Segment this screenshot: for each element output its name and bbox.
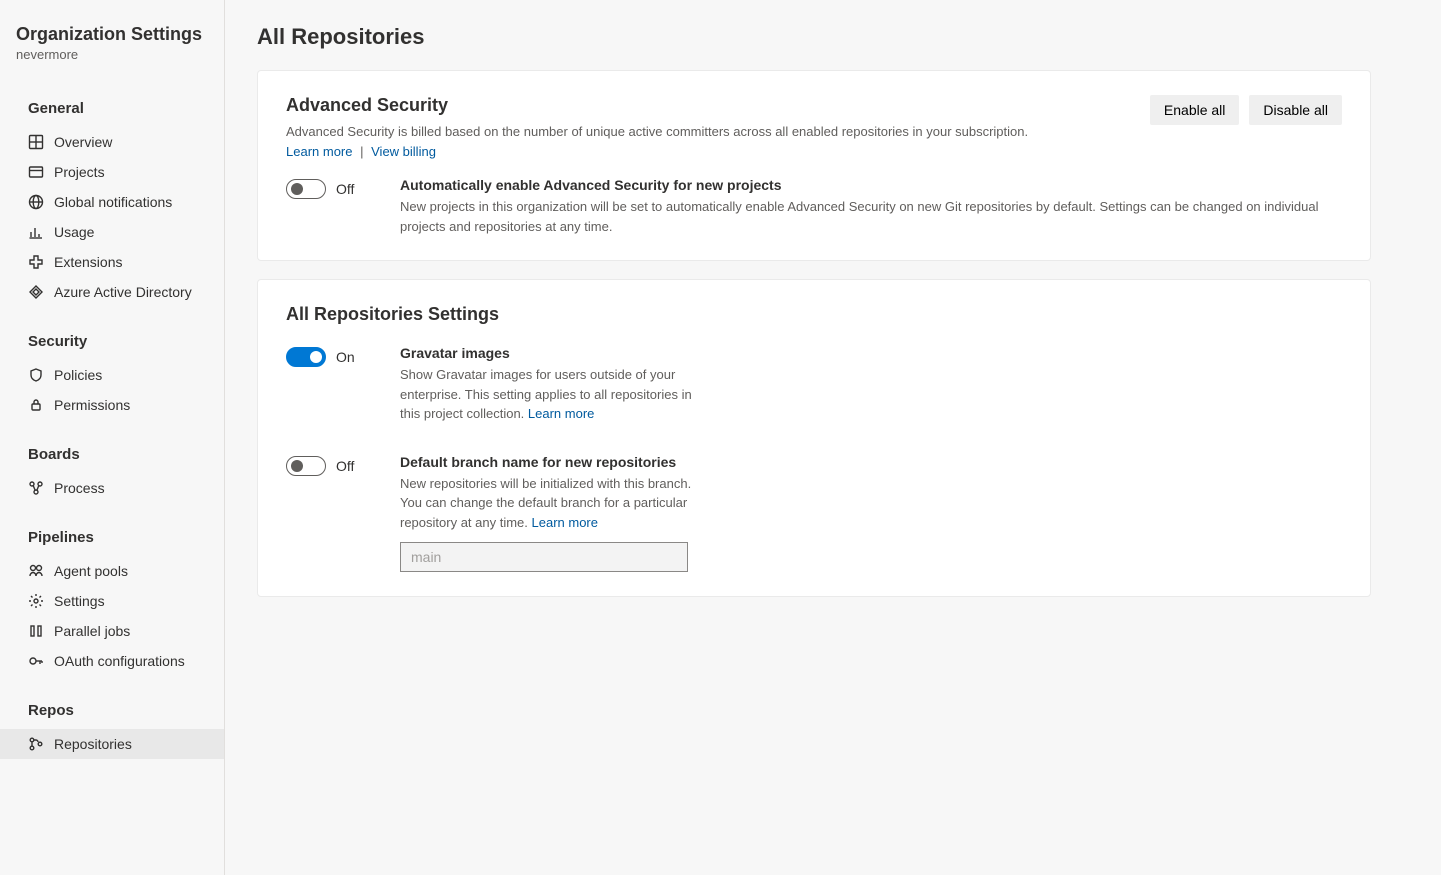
nav-item-process[interactable]: Process [0,473,224,503]
nav-label: OAuth configurations [54,653,185,669]
setting-gravatar-body: Gravatar images Show Gravatar images for… [400,345,1342,424]
nav-group-security: Security Policies Permissions [0,327,224,420]
overview-icon [28,134,44,150]
toggle-auto-enable-state: Off [336,181,354,197]
nav-label: Agent pools [54,563,128,579]
auto-enable-desc: New projects in this organization will b… [400,197,1342,236]
extensions-icon [28,254,44,270]
nav-item-global-notifications[interactable]: Global notifications [0,187,224,217]
setting-default-branch: Off Default branch name for new reposito… [286,454,1342,573]
toggle-gravatar-state: On [336,349,355,365]
gravatar-title: Gravatar images [400,345,1342,361]
nav-label: Azure Active Directory [54,284,192,300]
gravatar-learn-more-link[interactable]: Learn more [528,406,594,421]
sidebar-title: Organization Settings [16,24,208,45]
nav-label: Policies [54,367,102,383]
nav-item-azure-active-directory[interactable]: Azure Active Directory [0,277,224,307]
card-all-repos-settings: All Repositories Settings On Gravatar im… [257,279,1371,597]
card-header-row: Advanced Security Advanced Security is b… [286,95,1342,161]
advanced-security-description: Advanced Security is billed based on the… [286,122,1028,161]
toggle-auto-enable-wrap: Off [286,177,386,199]
default-branch-learn-more-link[interactable]: Learn more [532,515,598,530]
advanced-security-buttons: Enable all Disable all [1150,95,1342,125]
nav-group-general: General Overview Projects Global notific… [0,94,224,307]
nav-group-title-pipelines: Pipelines [0,523,224,556]
nav-item-policies[interactable]: Policies [0,360,224,390]
gravatar-desc: Show Gravatar images for users outside o… [400,365,710,424]
default-branch-desc: New repositories will be initialized wit… [400,474,710,533]
nav-group-repos: Repos Repositories [0,696,224,759]
toggle-gravatar[interactable] [286,347,326,367]
disable-all-button[interactable]: Disable all [1249,95,1342,125]
card-header-text: Advanced Security Advanced Security is b… [286,95,1028,161]
nav-item-extensions[interactable]: Extensions [0,247,224,277]
nav-item-overview[interactable]: Overview [0,127,224,157]
nav-item-settings[interactable]: Settings [0,586,224,616]
toggle-default-branch-state: Off [336,458,354,474]
nav-item-projects[interactable]: Projects [0,157,224,187]
nav-label: Settings [54,593,105,609]
gear-icon [28,593,44,609]
nav-group-title-security: Security [0,327,224,360]
sidebar-header: Organization Settings nevermore [0,24,224,74]
lock-icon [28,397,44,413]
default-branch-input[interactable] [400,542,688,572]
toggle-default-branch-wrap: Off [286,454,386,476]
nav-item-usage[interactable]: Usage [0,217,224,247]
nav-item-permissions[interactable]: Permissions [0,390,224,420]
default-branch-title: Default branch name for new repositories [400,454,1342,470]
toggle-auto-enable[interactable] [286,179,326,199]
view-billing-link[interactable]: View billing [371,144,436,159]
nav-label: Parallel jobs [54,623,130,639]
separator: | [360,144,363,159]
nav-item-parallel-jobs[interactable]: Parallel jobs [0,616,224,646]
nav-group-title-repos: Repos [0,696,224,729]
advanced-security-title: Advanced Security [286,95,1028,116]
setting-default-branch-body: Default branch name for new repositories… [400,454,1342,573]
enable-all-button[interactable]: Enable all [1150,95,1240,125]
policies-icon [28,367,44,383]
setting-auto-enable-body: Automatically enable Advanced Security f… [400,177,1342,236]
nav-item-agent-pools[interactable]: Agent pools [0,556,224,586]
nav-label: Extensions [54,254,122,270]
usage-icon [28,224,44,240]
page-title: All Repositories [257,24,1371,50]
nav-label: Overview [54,134,112,150]
nav-label: Global notifications [54,194,172,210]
toggle-default-branch[interactable] [286,456,326,476]
nav-label: Projects [54,164,105,180]
projects-icon [28,164,44,180]
nav-group-boards: Boards Process [0,440,224,503]
auto-enable-title: Automatically enable Advanced Security f… [400,177,1342,193]
parallel-icon [28,623,44,639]
nav-label: Permissions [54,397,130,413]
agent-pools-icon [28,563,44,579]
main-content: All Repositories Advanced Security Advan… [225,0,1441,875]
setting-gravatar: On Gravatar images Show Gravatar images … [286,345,1342,424]
aad-icon [28,284,44,300]
nav-group-title-general: General [0,94,224,127]
nav-label: Repositories [54,736,132,752]
setting-auto-enable: Off Automatically enable Advanced Securi… [286,177,1342,236]
globe-icon [28,194,44,210]
nav-item-repositories[interactable]: Repositories [0,729,224,759]
nav-label: Usage [54,224,94,240]
key-icon [28,653,44,669]
repos-icon [28,736,44,752]
toggle-gravatar-wrap: On [286,345,386,367]
advanced-security-desc-text: Advanced Security is billed based on the… [286,124,1028,139]
nav-group-title-boards: Boards [0,440,224,473]
process-icon [28,480,44,496]
card-advanced-security: Advanced Security Advanced Security is b… [257,70,1371,261]
nav-label: Process [54,480,105,496]
sidebar: Organization Settings nevermore General … [0,0,225,875]
learn-more-link[interactable]: Learn more [286,144,352,159]
nav-item-oauth-configurations[interactable]: OAuth configurations [0,646,224,676]
sidebar-org-name: nevermore [16,47,208,62]
nav-group-pipelines: Pipelines Agent pools Settings Parallel … [0,523,224,676]
all-repos-settings-title: All Repositories Settings [286,304,1342,325]
